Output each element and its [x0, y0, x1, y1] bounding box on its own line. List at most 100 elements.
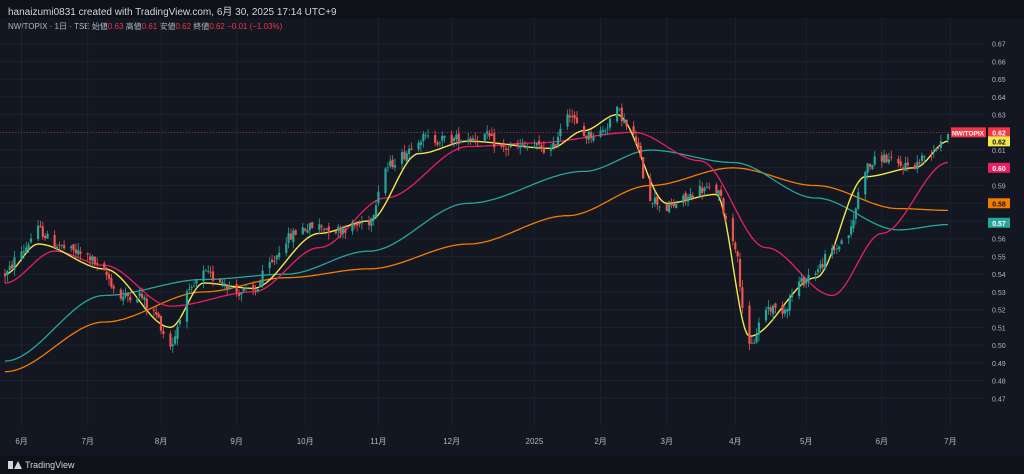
candle-body [753, 342, 756, 344]
candle-body [516, 142, 519, 146]
candle-body [96, 263, 99, 264]
candle-body [285, 243, 288, 254]
candle-body [471, 138, 475, 140]
candle-body [923, 156, 926, 158]
candle-body [211, 271, 215, 281]
candle-body [469, 138, 472, 141]
candle-body [592, 136, 595, 141]
candle-body [722, 198, 725, 214]
candle-body [422, 133, 425, 142]
candle-body [802, 277, 805, 286]
candle-body [140, 294, 144, 298]
candle-body [698, 186, 701, 196]
y-tick-label: 0.56 [992, 237, 1006, 244]
candle-body [885, 154, 888, 162]
candle-body [781, 305, 784, 314]
candle-body [370, 218, 373, 227]
candle-body [585, 135, 588, 139]
candle-body [110, 277, 113, 288]
candle-body [152, 309, 155, 311]
candle-body [122, 296, 125, 301]
x-tick-label: 11月 [370, 437, 386, 446]
tradingview-logo[interactable]: TradingView [8, 460, 75, 470]
y-tick-label: 0.64 [992, 95, 1006, 102]
candle-body [145, 298, 148, 309]
candle-body [705, 187, 709, 189]
candle-body [360, 222, 363, 224]
candle-body [60, 244, 63, 246]
candle-body [783, 309, 787, 314]
candle-body [819, 264, 822, 269]
candle-body [356, 223, 359, 226]
candle-body [93, 256, 96, 265]
candle-body [523, 145, 527, 147]
candle-body [535, 143, 538, 146]
candle-body [339, 227, 342, 234]
candle-body [143, 297, 146, 301]
candle-body [112, 286, 115, 289]
candle-body [634, 136, 638, 143]
candle-body [899, 161, 902, 166]
candle-body [25, 247, 28, 252]
candle-body [223, 283, 226, 285]
created-with-text: hanaizumi0831 created with TradingView.c… [8, 7, 337, 18]
candle-body [937, 145, 940, 147]
candle-body [389, 160, 392, 167]
candle-body [490, 133, 493, 136]
x-tick-label: 8月 [155, 437, 167, 446]
candle-body [124, 293, 127, 297]
candle-body [724, 215, 727, 220]
candle-body [218, 279, 222, 283]
candle-body [901, 167, 905, 170]
bottom-bar [0, 456, 1024, 474]
candle-body [192, 285, 196, 287]
y-tick-label: 0.63 [992, 113, 1006, 120]
candle-body [502, 144, 505, 147]
candle-body [623, 119, 626, 123]
candle-body [906, 162, 909, 166]
candle-body [800, 277, 803, 282]
candle-body [13, 257, 16, 270]
candle-body [538, 140, 541, 145]
candle-body [483, 133, 486, 141]
candle-body [715, 184, 718, 194]
candle-body [873, 156, 876, 165]
candle-body [367, 220, 371, 225]
candle-body [188, 289, 191, 291]
candle-body [675, 203, 678, 209]
candle-body [351, 222, 354, 232]
y-tick-label: 0.49 [992, 361, 1006, 368]
candle-body [542, 147, 545, 153]
candle-body [831, 248, 834, 255]
candle-body [327, 226, 330, 233]
candle-body [798, 281, 801, 297]
price-chart[interactable]: 0.67 0.66 0.65 0.64 0.63 0.62 0.61 0.60 0.59 0.58… [0, 18, 1024, 456]
candle-body [916, 161, 919, 169]
x-tick-label: 10月 [297, 437, 314, 446]
candle-body [755, 334, 758, 343]
candle-body [278, 252, 281, 258]
candle-body [358, 222, 361, 225]
candle-body [287, 233, 290, 243]
candle-body [604, 130, 607, 132]
candle-body [178, 319, 181, 325]
candle-body [670, 204, 673, 206]
candle-body [838, 246, 841, 250]
candle-body [883, 154, 886, 163]
candle-body [866, 163, 869, 173]
candle-body [377, 191, 380, 204]
y-tick-label: 0.47 [992, 396, 1006, 403]
candle-body [897, 158, 900, 164]
candle-body [58, 245, 61, 246]
candle-body [767, 307, 770, 310]
x-tick-label: 12月 [443, 437, 460, 446]
candle-body [748, 305, 751, 344]
candle-body [642, 157, 645, 179]
candle-body [157, 313, 160, 318]
x-tick-label: 3月 [661, 437, 673, 446]
price-label-value: 0.62 [992, 139, 1006, 146]
candle-body [77, 250, 80, 255]
candle-body [540, 145, 543, 150]
candle-body [311, 222, 314, 228]
candle-body [668, 203, 671, 213]
